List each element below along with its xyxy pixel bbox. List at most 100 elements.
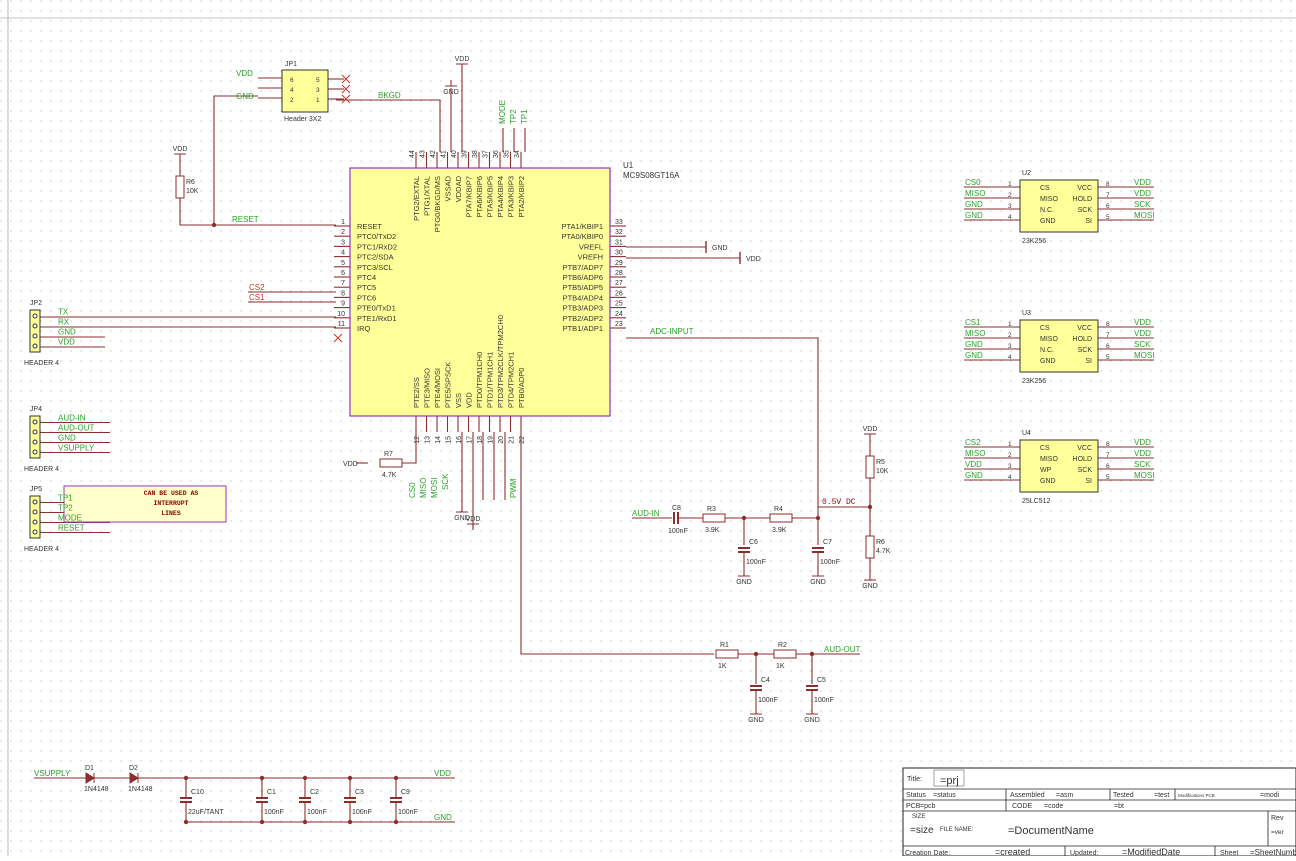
resistor-ref: R4 [774, 506, 783, 513]
pin-name: PTE5/SPSCK [444, 362, 453, 408]
net-label: MISO [419, 478, 428, 498]
vdd-label: VDD [746, 256, 761, 263]
pin-number: 26 [615, 290, 623, 297]
pin-number: 3 [1008, 463, 1012, 470]
header-pin [32, 529, 38, 535]
pin-number: 16 [456, 436, 463, 444]
net-label: GND [58, 434, 76, 443]
resistor-value: 1K [776, 663, 785, 670]
pin-name: PTD4/TPM2CH1 [507, 352, 516, 408]
net-label: VDD [1134, 189, 1151, 198]
pin-name: RESET [357, 222, 382, 231]
net-label: CS0 [408, 482, 417, 498]
net-label: VDD [965, 460, 982, 469]
pin-name: PTA4/KBIP4 [496, 176, 505, 218]
pin-number: 6 [1106, 343, 1110, 350]
pin-name: HOLD [1073, 456, 1092, 463]
pin-name: PTE0/TxD1 [357, 304, 396, 313]
net-label: SCK [1134, 460, 1151, 469]
net-label: GND [965, 211, 983, 220]
pin-name: PTB7/ADP7 [563, 263, 603, 272]
net-label: AUD-OUT [58, 424, 95, 433]
updated-value: =ModifiedDate [1122, 847, 1180, 856]
resistor-value: 10K [876, 468, 889, 475]
pin-name: PTA6/KBIP6 [475, 176, 484, 218]
pin-name: VCC [1077, 185, 1092, 192]
note-text: INTERRUPT [153, 500, 188, 507]
capacitor-ref: C3 [355, 789, 364, 796]
jp1-pin: 6 [290, 77, 294, 84]
pin-number: 4 [1008, 354, 1012, 361]
pin-name: CS [1040, 445, 1050, 452]
net-label: CS0 [965, 178, 981, 187]
net-label: VSUPPLY [34, 769, 71, 778]
rev-label: Rev [1271, 815, 1284, 822]
filename-label: FILE NAME: [940, 827, 974, 833]
net-label: RESET [58, 524, 85, 533]
pin-number: 12 [414, 436, 421, 444]
resistor-ref: R6 [186, 179, 195, 186]
pin-name: MISO [1040, 196, 1058, 203]
pin-number: 6 [1106, 203, 1110, 210]
mcu-ref: U1 [623, 161, 634, 170]
pin-number: 14 [435, 436, 442, 444]
memory-ref: U3 [1022, 310, 1031, 317]
pin-number: 38 [472, 150, 479, 158]
resistor-value: 4.7K [876, 548, 891, 555]
pin-number: 40 [451, 150, 458, 158]
net-label: CS1 [965, 318, 981, 327]
pin-number: 30 [615, 250, 623, 257]
pin-name: PTA0/KBIP0 [561, 232, 603, 241]
mcu-part-number: MC9S08GT16A [623, 171, 680, 180]
pin-number: 28 [615, 270, 623, 277]
pin-number: 23 [615, 321, 623, 328]
net-label: GND [236, 92, 254, 101]
status-value: =status [933, 792, 956, 799]
pin-name: IRQ [357, 324, 371, 333]
resistor-ref: R7 [384, 451, 393, 458]
pin-name: SI [1085, 218, 1092, 225]
pin-number: 2 [341, 229, 345, 236]
pin-number: 20 [498, 436, 505, 444]
jp4-ref: JP4 [30, 406, 42, 413]
ground-label: GND [712, 245, 728, 252]
assembled-label: Assembled [1010, 792, 1045, 799]
pcb-label: PCB [906, 803, 921, 810]
pin-name: PTB1/ADP1 [563, 324, 603, 333]
net-label: GND [965, 200, 983, 209]
diode-ref: D1 [85, 765, 94, 772]
ground-label: GND [810, 579, 826, 586]
resistor-ref: R5 [876, 459, 885, 466]
net-label: VDD [1134, 449, 1151, 458]
pin-name: VREFH [578, 253, 603, 262]
net-label: CS2 [965, 438, 981, 447]
pin-number: 7 [1106, 332, 1110, 339]
pin-name: HOLD [1073, 196, 1092, 203]
net-label: GND [965, 471, 983, 480]
pin-name: MISO [1040, 456, 1058, 463]
header-pin [32, 439, 38, 445]
resistor [379, 458, 403, 468]
pin-number: 7 [1106, 452, 1110, 459]
capacitor-ref: C7 [823, 539, 832, 546]
pin-number: 4 [1008, 474, 1012, 481]
net-label: TP2 [509, 109, 518, 124]
pin-name: PTA5/KBIP5 [486, 176, 495, 218]
tested-value: =test [1154, 792, 1169, 799]
ground-label: GND [862, 583, 878, 590]
resistor-ref: R2 [778, 642, 787, 649]
jp1-ref: JP1 [285, 61, 297, 68]
pin-name: PTB4/ADP4 [563, 293, 603, 302]
assembled-value: =asm [1056, 792, 1073, 799]
capacitor-ref: C1 [267, 789, 276, 796]
capacitor-ref: C10 [191, 789, 204, 796]
vdd-label: VDD [863, 426, 878, 433]
memory-part: 23K256 [1022, 238, 1046, 245]
pin-name: GND [1040, 478, 1056, 485]
header-pin [32, 323, 38, 329]
net-label: CS1 [249, 293, 265, 302]
pin-number: 22 [519, 436, 526, 444]
pin-name: PTE3/MISO [423, 368, 432, 408]
pin-name: PTC0/TxD2 [357, 232, 396, 241]
net-label: VDD [434, 769, 451, 778]
